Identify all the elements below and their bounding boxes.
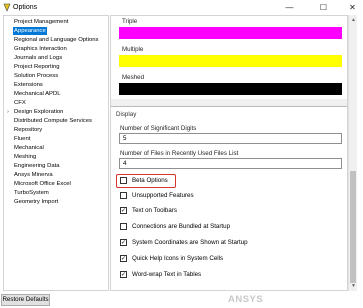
close-button[interactable]: ✕ — [342, 0, 363, 15]
tree-item-design-exploration[interactable]: Design Exploration — [14, 108, 63, 116]
text-on-toolbars-checkbox[interactable]: ✓ Text on Toolbars — [120, 206, 177, 215]
close-icon: ✕ — [349, 3, 356, 12]
word-wrap-tables-checkbox[interactable]: ✓ Word-wrap Text in Tables — [120, 270, 201, 279]
tree-item-ms-office-excel[interactable]: Microsoft Office Excel — [14, 180, 71, 188]
maximize-icon: ☐ — [319, 3, 328, 12]
checkbox-label: System Coordinates are Shown at Startup — [132, 239, 248, 246]
triple-color-label: Triple — [122, 18, 138, 25]
checkbox-label: Word-wrap Text in Tables — [132, 271, 202, 278]
beta-options-checkbox[interactable]: Beta Options — [120, 176, 168, 185]
connections-bundled-checkbox[interactable]: Connections are Bundled at Startup — [120, 222, 230, 231]
scroll-up-arrow-icon[interactable]: ▲ — [349, 15, 358, 24]
options-category-tree[interactable]: Project Management Appearance Regional a… — [3, 15, 109, 291]
multiple-color-swatch[interactable] — [119, 55, 342, 67]
tree-item-project-reporting[interactable]: Project Reporting — [14, 63, 60, 71]
tree-item-engineering-data[interactable]: Engineering Data — [14, 162, 60, 170]
scroll-down-arrow-icon[interactable]: ▼ — [349, 281, 358, 290]
minimize-icon: — — [285, 3, 294, 12]
tree-item-solution-process[interactable]: Solution Process — [14, 72, 58, 80]
tree-item-journals-logs[interactable]: Journals and Logs — [14, 54, 62, 62]
appearance-settings-panel: Triple Multiple Meshed Display Number of… — [110, 15, 348, 291]
tree-item-extensions[interactable]: Extensions — [14, 81, 43, 89]
chevron-right-icon[interactable]: › — [5, 108, 11, 116]
scrollbar-thumb[interactable] — [350, 171, 356, 283]
checkbox-label: Unsupported Features — [132, 192, 194, 199]
tree-item-cfx[interactable]: CFX — [14, 99, 26, 107]
section-divider — [111, 106, 347, 107]
checkbox-label: Text on Toolbars — [132, 207, 177, 214]
tree-item-graphics-interaction[interactable]: Graphics Interaction — [14, 45, 67, 53]
recent-files-input[interactable]: 4 — [119, 158, 342, 169]
tree-item-geometry-import[interactable]: Geometry Import — [14, 198, 58, 206]
significant-digits-label: Number of Significant Digits — [120, 125, 197, 132]
checkmark-icon[interactable]: ✓ — [120, 239, 127, 246]
checkbox-box[interactable] — [120, 192, 127, 199]
watermark-logo: ANSYS — [228, 294, 264, 305]
tree-item-mechanical[interactable]: Mechanical — [14, 144, 44, 152]
maximize-button[interactable]: ☐ — [313, 0, 334, 15]
tree-item-project-management[interactable]: Project Management — [14, 18, 68, 26]
title-bar: Options — ☐ ✕ — [0, 0, 363, 15]
multiple-color-label: Multiple — [122, 46, 144, 53]
checkbox-box[interactable] — [120, 177, 127, 184]
tree-item-turbosystem[interactable]: TurboSystem — [14, 189, 49, 197]
tree-item-fluent[interactable]: Fluent — [14, 135, 30, 143]
unsupported-features-checkbox[interactable]: Unsupported Features — [120, 191, 194, 200]
section-spacer — [111, 99, 347, 106]
checkmark-icon[interactable]: ✓ — [120, 271, 127, 278]
checkbox-label: Connections are Bundled at Startup — [132, 223, 231, 230]
window-title: Options — [13, 4, 38, 11]
minimize-button[interactable]: — — [279, 0, 300, 15]
checkbox-box[interactable] — [120, 223, 127, 230]
tree-item-appearance[interactable]: Appearance — [13, 27, 47, 35]
tree-item-repository[interactable]: Repository — [14, 126, 42, 134]
tree-item-meshing[interactable]: Meshing — [14, 153, 36, 161]
significant-digits-input[interactable]: 5 — [119, 133, 342, 144]
meshed-color-swatch[interactable] — [119, 83, 342, 95]
vertical-scrollbar[interactable]: ▲ ▼ — [348, 15, 357, 291]
tree-item-distributed-compute[interactable]: Distributed Compute Services — [14, 117, 92, 125]
checkbox-label: Beta Options — [132, 177, 168, 184]
restore-defaults-button[interactable]: Restore Defaults — [1, 294, 50, 306]
display-section-header: Display — [116, 111, 137, 118]
recent-files-label: Number of Files in Recently Used Files L… — [120, 150, 239, 157]
triple-color-swatch[interactable] — [119, 27, 342, 39]
checkmark-icon[interactable]: ✓ — [120, 255, 127, 262]
app-icon — [3, 3, 11, 12]
meshed-color-label: Meshed — [122, 74, 145, 81]
tree-item-mechanical-apdl[interactable]: Mechanical APDL — [14, 90, 61, 98]
tree-item-regional-language[interactable]: Regional and Language Options — [14, 36, 99, 44]
checkmark-icon[interactable]: ✓ — [120, 207, 127, 214]
checkbox-label: Quick Help Icons in System Cells — [132, 255, 224, 262]
tree-item-ansys-minerva[interactable]: Ansys Minerva — [14, 171, 53, 179]
system-coordinates-checkbox[interactable]: ✓ System Coordinates are Shown at Startu… — [120, 238, 248, 247]
quick-help-icons-checkbox[interactable]: ✓ Quick Help Icons in System Cells — [120, 254, 223, 263]
